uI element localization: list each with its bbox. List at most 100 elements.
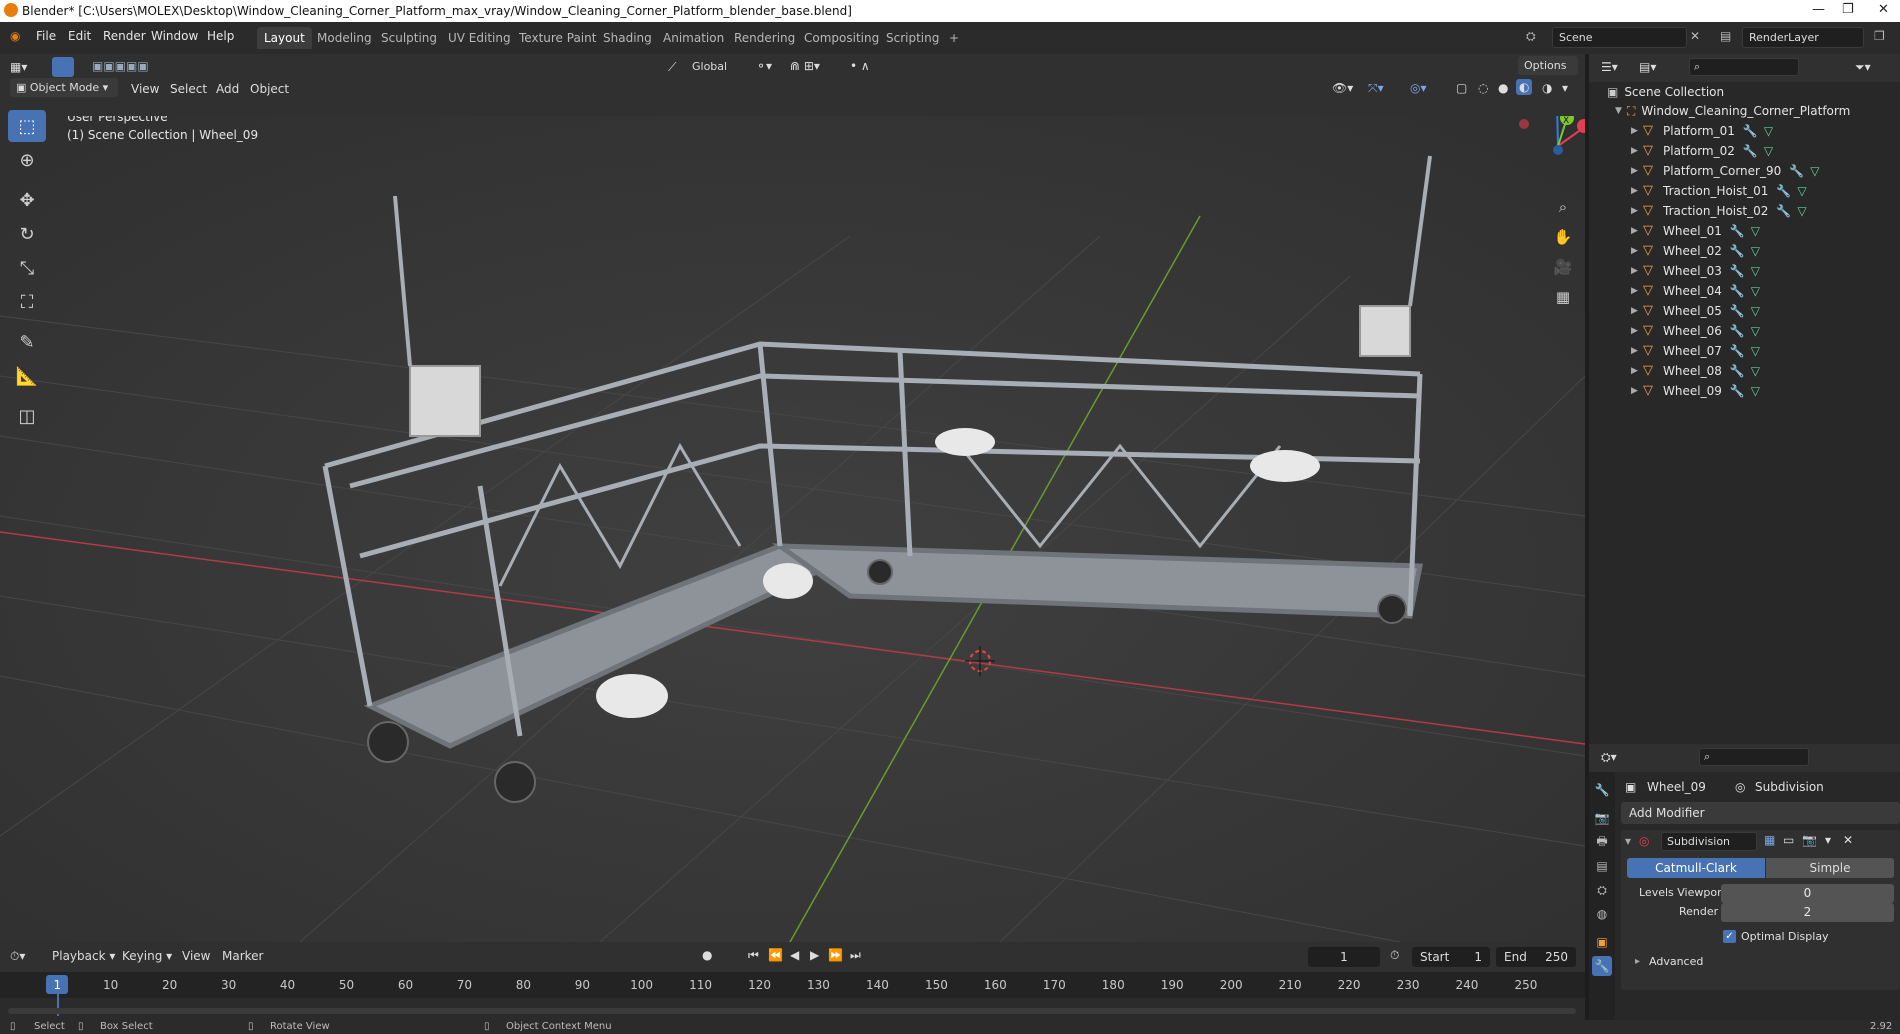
- outliner-object-row[interactable]: ▶ ▽ Platform_Corner_90 🔧 ▽: [1589, 161, 1900, 181]
- tab-modeling[interactable]: Modeling: [310, 27, 379, 49]
- modifier-wrench-icon[interactable]: 🔧: [1730, 264, 1745, 278]
- outliner-object-row[interactable]: ▶ ▽ Wheel_04 🔧 ▽: [1589, 281, 1900, 301]
- modifier-wrench-icon[interactable]: 🔧: [1730, 364, 1745, 378]
- render-layer-selector[interactable]: RenderLayer: [1742, 27, 1864, 48]
- tool-tab-icon[interactable]: 🔧: [1592, 780, 1612, 800]
- expand-arrow-icon[interactable]: ▶: [1631, 126, 1643, 136]
- menu-edit[interactable]: Edit: [68, 29, 91, 43]
- mesh-data-icon[interactable]: ▽: [1797, 184, 1806, 198]
- modifier-wrench-icon[interactable]: 🔧: [1730, 324, 1745, 338]
- shading-wireframe-icon[interactable]: ◌: [1478, 81, 1488, 95]
- current-frame-field[interactable]: 1: [1308, 947, 1380, 967]
- expand-arrow-icon[interactable]: ▶: [1631, 246, 1643, 256]
- outliner-collection-row[interactable]: ▼ ⛶ Window_Cleaning_Corner_Platform: [1589, 101, 1900, 121]
- menu-keying[interactable]: Keying ▾: [122, 949, 172, 963]
- expand-arrow-icon[interactable]: ▶: [1631, 226, 1643, 236]
- outliner-scene-collection[interactable]: ▣ Scene Collection: [1589, 82, 1900, 102]
- outliner-search-input[interactable]: ⌕: [1689, 58, 1799, 76]
- zoom-icon[interactable]: ⌕: [1550, 194, 1576, 220]
- outliner-editor-type-icon[interactable]: ☰▾: [1601, 60, 1618, 74]
- modifier-wrench-icon[interactable]: 🔧: [1776, 204, 1791, 218]
- auto-keying-icon[interactable]: ●: [702, 948, 712, 962]
- start-frame-field[interactable]: Start 1: [1412, 947, 1490, 967]
- levels-viewport-field[interactable]: 0: [1721, 884, 1894, 903]
- menu-timeline-view[interactable]: View: [182, 949, 210, 963]
- tab-texture-paint[interactable]: Texture Paint: [512, 27, 603, 49]
- play-icon[interactable]: ▶: [810, 948, 819, 962]
- properties-search-input[interactable]: ⌕: [1699, 748, 1809, 766]
- menu-file[interactable]: File: [36, 29, 56, 43]
- ortho-grid-icon[interactable]: ▦: [1550, 284, 1576, 310]
- mesh-data-icon[interactable]: ▽: [1764, 124, 1773, 138]
- outliner-object-row[interactable]: ▶ ▽ Wheel_05 🔧 ▽: [1589, 301, 1900, 321]
- cursor-tool-icon[interactable]: ⊕: [8, 144, 46, 176]
- expand-arrow-icon[interactable]: ▼: [1615, 106, 1627, 116]
- advanced-panel-label[interactable]: Advanced: [1649, 955, 1703, 968]
- tab-animation[interactable]: Animation: [656, 27, 731, 49]
- outliner-object-row[interactable]: ▶ ▽ Wheel_01 🔧 ▽: [1589, 221, 1900, 241]
- filter-icon[interactable]: ⏷▾: [1855, 60, 1871, 75]
- menu-help[interactable]: Help: [207, 29, 234, 43]
- outliner-object-row[interactable]: ▶ ▽ Wheel_09 🔧 ▽: [1589, 381, 1900, 401]
- selection-mode-icons[interactable]: ▣▣▣▣▣: [92, 59, 149, 73]
- output-tab-icon[interactable]: 🖶: [1592, 832, 1612, 852]
- world-tab-icon[interactable]: ◍: [1592, 904, 1612, 924]
- restore-button[interactable]: ❐: [1842, 2, 1854, 17]
- tab-rendering[interactable]: Rendering: [727, 27, 802, 49]
- modifier-wrench-icon[interactable]: 🔧: [1730, 304, 1745, 318]
- mesh-data-icon[interactable]: ▽: [1751, 384, 1760, 398]
- view-layer-tab-icon[interactable]: ▤: [1592, 856, 1612, 876]
- outliner-object-row[interactable]: ▶ ▽ Wheel_06 🔧 ▽: [1589, 321, 1900, 341]
- modifier-wrench-icon[interactable]: 🔧: [1730, 244, 1745, 258]
- modifier-wrench-icon[interactable]: 🔧: [1776, 184, 1791, 198]
- gizmo-toggle-icon[interactable]: ⤧▾: [1368, 81, 1384, 96]
- outliner-object-row[interactable]: ▶ ▽ Platform_01 🔧 ▽: [1589, 121, 1900, 141]
- expand-arrow-icon[interactable]: ▶: [1631, 306, 1643, 316]
- mesh-data-icon[interactable]: ▽: [1751, 364, 1760, 378]
- collapse-arrow-icon[interactable]: ▾: [1625, 834, 1631, 848]
- overlays-toggle-icon[interactable]: ◎▾: [1410, 81, 1427, 95]
- outliner-object-row[interactable]: ▶ ▽ Wheel_07 🔧 ▽: [1589, 341, 1900, 361]
- shading-rendered-icon[interactable]: ◑: [1542, 81, 1552, 95]
- expand-arrow-icon[interactable]: ▶: [1631, 386, 1643, 396]
- simple-button[interactable]: Simple: [1766, 858, 1894, 878]
- shading-solid-icon[interactable]: ●: [1498, 81, 1508, 95]
- tab-sculpting[interactable]: Sculpting: [374, 27, 444, 49]
- add-cube-tool-icon[interactable]: ◫: [8, 400, 46, 432]
- menu-render[interactable]: Render: [103, 29, 146, 43]
- 3d-viewport[interactable]: User Perspective (1) Scene Collection | …: [0, 116, 1585, 942]
- tab-compositing[interactable]: Compositing: [797, 27, 886, 49]
- blender-menu-icon[interactable]: ◉: [10, 29, 20, 43]
- end-frame-field[interactable]: End 250: [1496, 947, 1576, 967]
- jump-keyframe-forward-icon[interactable]: ⏩: [828, 948, 843, 962]
- modifier-wrench-icon[interactable]: 🔧: [1789, 164, 1804, 178]
- scene-selector[interactable]: Scene: [1552, 27, 1687, 48]
- outliner-object-row[interactable]: ▶ ▽ Wheel_03 🔧 ▽: [1589, 261, 1900, 281]
- viewport-toggle-icon[interactable]: ▭: [1783, 833, 1794, 847]
- render-levels-field[interactable]: 2: [1721, 903, 1894, 922]
- annotate-tool-icon[interactable]: ✎: [8, 326, 46, 358]
- mesh-data-icon[interactable]: ▽: [1751, 344, 1760, 358]
- camera-view-icon[interactable]: 🎥: [1550, 254, 1576, 280]
- menu-playback[interactable]: Playback ▾: [52, 949, 115, 963]
- rotate-tool-icon[interactable]: ↻: [8, 218, 46, 250]
- outliner-object-row[interactable]: ▶ ▽ Wheel_08 🔧 ▽: [1589, 361, 1900, 381]
- menu-window[interactable]: Window: [151, 29, 198, 43]
- display-mode-icon[interactable]: ▤▾: [1639, 60, 1656, 74]
- modifier-wrench-icon[interactable]: 🔧: [1730, 344, 1745, 358]
- edit-mode-toggle-icon[interactable]: ▦: [1764, 833, 1775, 847]
- close-button[interactable]: ✕: [1878, 2, 1889, 17]
- expand-arrow-icon[interactable]: ▶: [1631, 326, 1643, 336]
- modifier-tab-icon[interactable]: 🔧: [1592, 956, 1612, 976]
- add-modifier-button[interactable]: Add Modifier: [1621, 802, 1900, 824]
- modifier-name-input[interactable]: Subdivision: [1661, 832, 1757, 851]
- modifier-wrench-icon[interactable]: 🔧: [1730, 284, 1745, 298]
- expand-arrow-icon[interactable]: ▶: [1631, 146, 1643, 156]
- menu-select[interactable]: Select: [170, 82, 207, 96]
- move-tool-icon[interactable]: ✥: [8, 184, 46, 216]
- tab-scripting[interactable]: Scripting: [879, 27, 946, 49]
- mesh-data-icon[interactable]: ▽: [1751, 284, 1760, 298]
- select-box-tool-icon[interactable]: ⬚: [8, 110, 46, 142]
- scale-tool-icon[interactable]: ⤡: [8, 252, 46, 284]
- modifier-wrench-icon[interactable]: 🔧: [1743, 144, 1758, 158]
